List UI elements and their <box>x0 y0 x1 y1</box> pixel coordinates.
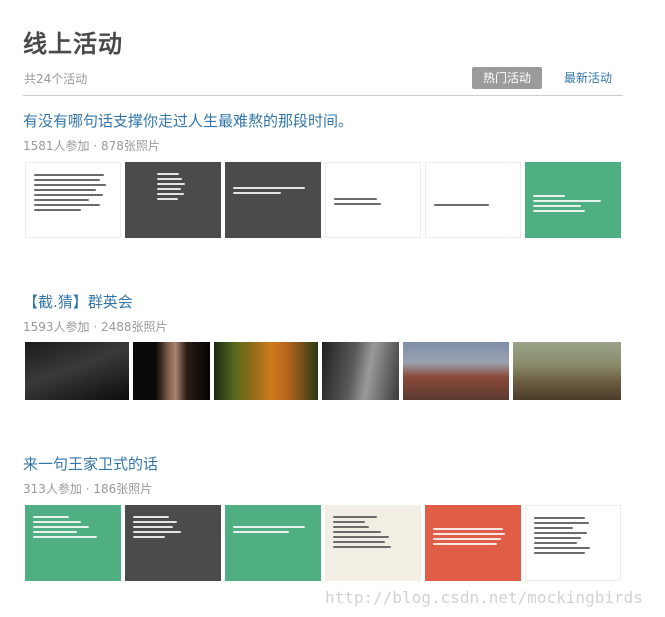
activity-title[interactable]: 有没有哪句话支撑你走过人生最难熬的那段时间。 <box>23 110 623 131</box>
photo-thumbnail[interactable] <box>125 162 221 238</box>
photo-thumbnail[interactable] <box>225 162 321 238</box>
activity-item: 来一句王家卫式的话 313人参加 · 186张照片 <box>23 453 623 497</box>
tab-latest-activities[interactable]: 最新活动 <box>556 67 620 89</box>
activity-title[interactable]: 来一句王家卫式的话 <box>23 453 623 474</box>
photo-thumbnail[interactable] <box>525 162 621 238</box>
activity-stats: 1593人参加 · 2488张照片 <box>23 320 168 334</box>
activity-count: 共24个活动 <box>24 72 88 86</box>
activity-item: 【截.猜】群英会 1593人参加 · 2488张照片 <box>23 291 623 335</box>
photo-thumbnail[interactable] <box>322 342 399 400</box>
photo-thumbnail[interactable] <box>225 505 321 581</box>
activity-item: 有没有哪句话支撑你走过人生最难熬的那段时间。 1581人参加 · 878张照片 <box>23 110 623 154</box>
photo-thumbnail[interactable] <box>403 342 509 400</box>
photo-thumbnail[interactable] <box>125 505 221 581</box>
photo-thumbnail[interactable] <box>425 505 521 581</box>
photo-thumbnail[interactable] <box>425 162 521 238</box>
photo-thumbnail[interactable] <box>25 342 129 400</box>
photo-thumbnail[interactable] <box>133 342 210 400</box>
activity-stats: 313人参加 · 186张照片 <box>23 482 153 496</box>
photo-thumbnail[interactable] <box>325 162 421 238</box>
photo-thumbnail[interactable] <box>525 505 621 581</box>
activity-title[interactable]: 【截.猜】群英会 <box>23 291 623 312</box>
activity-stats: 1581人参加 · 878张照片 <box>23 139 160 153</box>
header-divider <box>23 95 623 96</box>
photo-thumbnail[interactable] <box>325 505 421 581</box>
photo-thumbnail[interactable] <box>513 342 621 400</box>
photo-thumbnail[interactable] <box>25 162 121 238</box>
tab-hot-activities[interactable]: 热门活动 <box>472 67 542 89</box>
photo-thumbnail[interactable] <box>214 342 318 400</box>
page-title: 线上活动 <box>23 30 123 58</box>
photo-thumbnail[interactable] <box>25 505 121 581</box>
watermark-text: http://blog.csdn.net/mockingbirds <box>325 588 643 607</box>
